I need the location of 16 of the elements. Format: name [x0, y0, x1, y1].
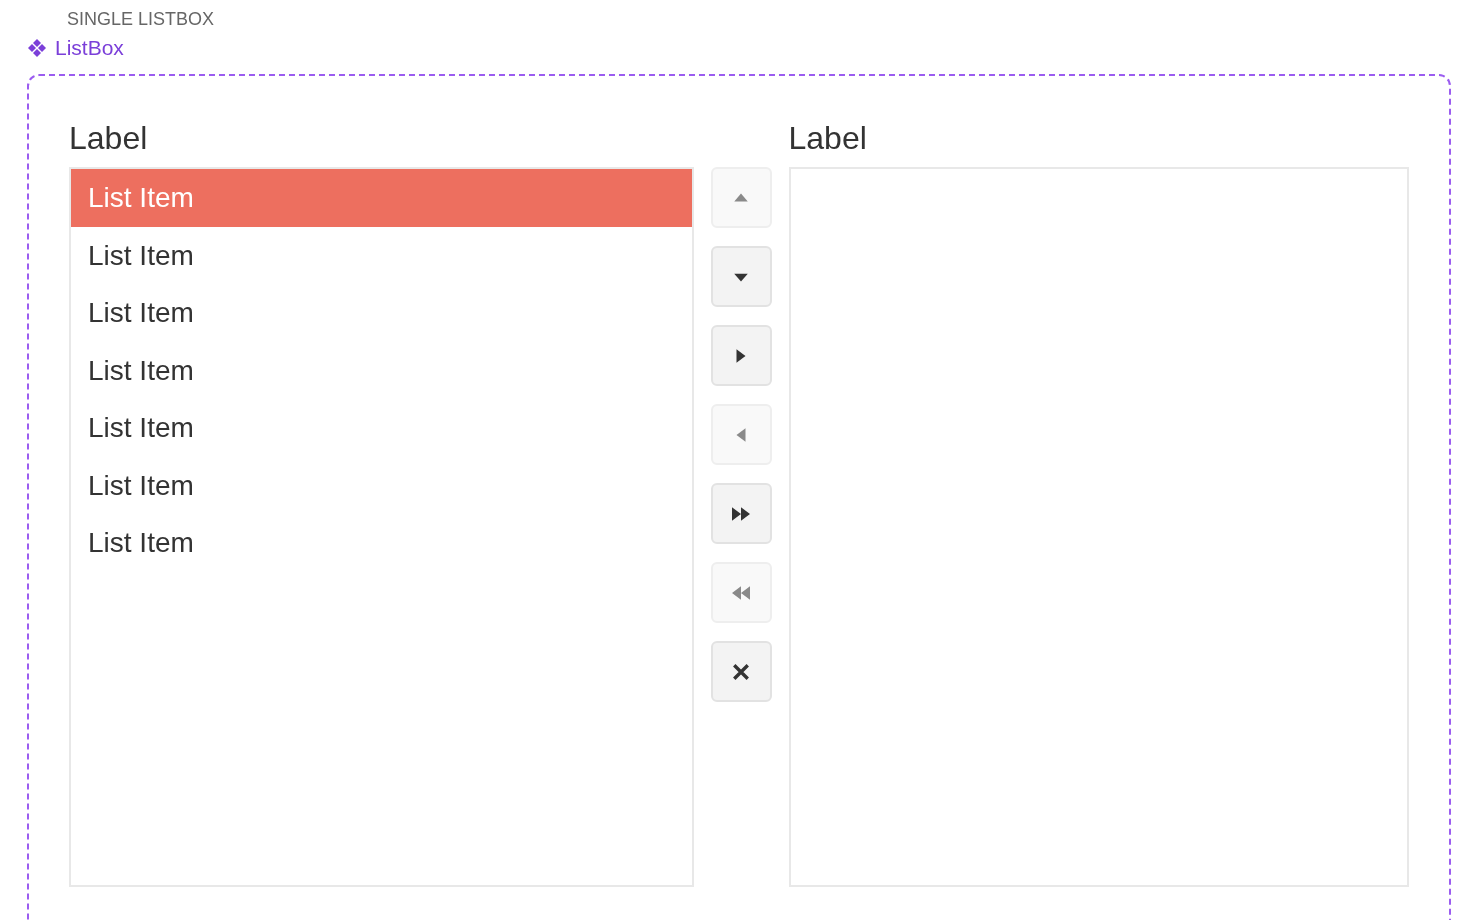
move-all-right-button[interactable]: [710, 483, 772, 544]
component-name[interactable]: ListBox: [55, 34, 124, 62]
close-icon: [732, 662, 750, 681]
list-item[interactable]: List Item: [71, 399, 692, 457]
move-right-button[interactable]: [710, 325, 772, 386]
list-label: Label: [788, 119, 868, 158]
component-icon: [27, 38, 47, 58]
list-item[interactable]: List Item: [71, 226, 692, 284]
list-label: Label: [69, 119, 149, 158]
section-title: SINGLE LISTBOX: [67, 8, 216, 31]
list-item[interactable]: List Item: [71, 456, 692, 514]
list-item[interactable]: List Item: [71, 514, 692, 572]
clear-button[interactable]: [710, 641, 772, 702]
list-item[interactable]: List Item: [71, 284, 692, 342]
list-item[interactable]: List Item: [71, 341, 692, 399]
move-down-button[interactable]: [710, 246, 772, 307]
